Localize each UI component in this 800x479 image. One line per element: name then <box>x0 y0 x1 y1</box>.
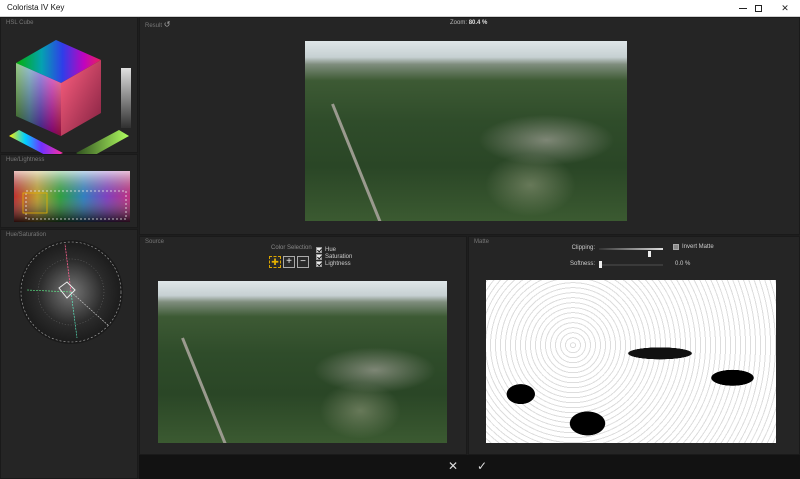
cancel-button[interactable]: ✕ <box>445 458 461 474</box>
minus-icon: − <box>300 256 306 267</box>
softness-slider-thumb[interactable] <box>599 261 602 268</box>
close-button[interactable]: ✕ <box>770 0 800 17</box>
checkbox-box <box>316 247 322 253</box>
softness-slider[interactable] <box>599 264 663 266</box>
softness-label: Softness: <box>569 261 595 267</box>
window-title: Colorista IV Key <box>7 3 65 12</box>
check-icon: ✓ <box>476 459 488 473</box>
ok-button[interactable]: ✓ <box>474 458 490 474</box>
saturation-checkbox[interactable]: Saturation <box>316 254 352 260</box>
title-bar: Colorista IV Key ✕ <box>0 0 800 17</box>
result-road <box>330 103 385 221</box>
maximize-button[interactable] <box>743 0 773 17</box>
checkbox-box <box>316 261 322 267</box>
color-selection-label: Color Selection <box>271 245 312 251</box>
hue-saturation-panel: Hue/Saturation <box>0 229 138 479</box>
plus-icon: + <box>286 256 292 267</box>
hue-lightness-graphic[interactable] <box>1 155 139 229</box>
hue-saturation-wheel[interactable] <box>1 230 139 350</box>
footer-bar <box>139 455 800 479</box>
zoom-label: Zoom: <box>450 20 468 26</box>
clipping-slider[interactable] <box>599 248 663 250</box>
reset-icon[interactable]: ↺ <box>164 20 171 29</box>
hsl-cube-panel: HSL Cube <box>0 17 139 154</box>
result-label-text: Result <box>145 23 163 29</box>
eyedropper-button[interactable]: ✚ <box>269 256 281 268</box>
maximize-icon <box>754 5 762 12</box>
source-label: Source <box>145 239 165 245</box>
matte-image[interactable] <box>486 280 776 443</box>
lightness-checkbox-label: Lightness <box>325 261 351 267</box>
zoom-readout: Zoom: 80.4 % <box>450 20 487 26</box>
result-image[interactable] <box>305 41 627 221</box>
subtract-color-button[interactable]: − <box>297 256 309 268</box>
softness-value: 0.0 % <box>675 261 691 267</box>
eyedropper-icon: ✚ <box>271 256 279 267</box>
cancel-icon: ✕ <box>447 459 459 473</box>
invert-matte-label: Invert Matte <box>682 244 714 250</box>
source-road <box>181 337 230 443</box>
hue-checkbox-label: Hue <box>325 247 337 253</box>
add-color-button[interactable]: + <box>283 256 295 268</box>
invert-matte-checkbox[interactable]: Invert Matte <box>673 244 714 250</box>
hue-checkbox[interactable]: Hue <box>316 247 336 253</box>
invert-matte-box <box>673 244 679 250</box>
result-label: Result ↺ <box>145 20 170 29</box>
checkbox-box <box>316 254 322 260</box>
lightness-checkbox[interactable]: Lightness <box>316 261 351 267</box>
close-icon: ✕ <box>781 3 789 13</box>
saturation-checkbox-label: Saturation <box>325 254 353 260</box>
zoom-value[interactable]: 80.4 % <box>469 20 488 26</box>
source-image[interactable] <box>158 281 447 443</box>
hue-lightness-panel: Hue/Lightness <box>0 154 138 228</box>
matte-label: Matte <box>474 239 490 245</box>
clipping-label: Clipping: <box>571 245 595 251</box>
clipping-slider-thumb[interactable] <box>648 251 651 257</box>
hsl-cube-graphic[interactable] <box>1 18 139 154</box>
